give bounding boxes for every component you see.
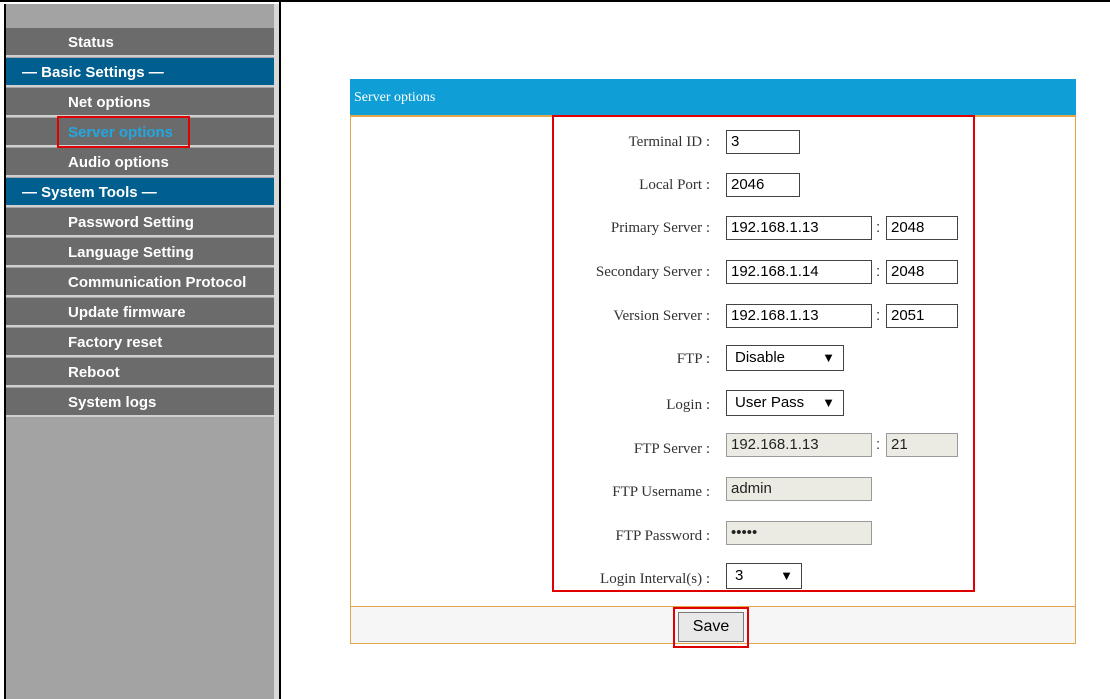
sidebar-item-label: Net options xyxy=(68,94,151,111)
highlight-save-button xyxy=(673,607,749,648)
frame-divider-line xyxy=(279,2,281,699)
sidebar-item-label: Audio options xyxy=(68,154,169,171)
sidebar-item-net-options[interactable]: Net options xyxy=(6,88,274,117)
sidebar-item-label: Update firmware xyxy=(68,304,186,321)
sidebar-item-label: Status xyxy=(68,34,114,51)
sidebar-item-system-logs[interactable]: System logs xyxy=(6,388,274,417)
sidebar-item-label: System logs xyxy=(68,394,157,411)
sidebar-section-label: — Basic Settings — xyxy=(22,64,164,81)
sidebar-item-factory-reset[interactable]: Factory reset xyxy=(6,328,274,357)
highlight-server-options xyxy=(57,116,190,148)
sidebar-section-basic-settings: — Basic Settings — xyxy=(6,58,274,87)
sidebar-item-label: Language Setting xyxy=(68,244,194,261)
sidebar-top xyxy=(6,4,274,28)
sidebar-item-label: Communication Protocol xyxy=(68,274,247,291)
highlight-settings-region xyxy=(552,115,975,592)
sidebar-item-label: Factory reset xyxy=(68,334,163,351)
sidebar-item-reboot[interactable]: Reboot xyxy=(6,358,274,387)
sidebar-item-status[interactable]: Status xyxy=(6,28,274,57)
sidebar-item-label: Password Setting xyxy=(68,214,194,231)
sidebar-section-label: — System Tools — xyxy=(22,184,157,201)
sidebar-section-system-tools: — System Tools — xyxy=(6,178,274,207)
sidebar-item-password-setting[interactable]: Password Setting xyxy=(6,208,274,237)
sidebar-item-audio-options[interactable]: Audio options xyxy=(6,148,274,177)
sidebar-item-label: Reboot xyxy=(68,364,120,381)
panel-title: Server options xyxy=(350,79,1076,117)
sidebar-item-communication-protocol[interactable]: Communication Protocol xyxy=(6,268,274,297)
sidebar-item-language-setting[interactable]: Language Setting xyxy=(6,238,274,267)
sidebar-item-update-firmware[interactable]: Update firmware xyxy=(6,298,274,327)
